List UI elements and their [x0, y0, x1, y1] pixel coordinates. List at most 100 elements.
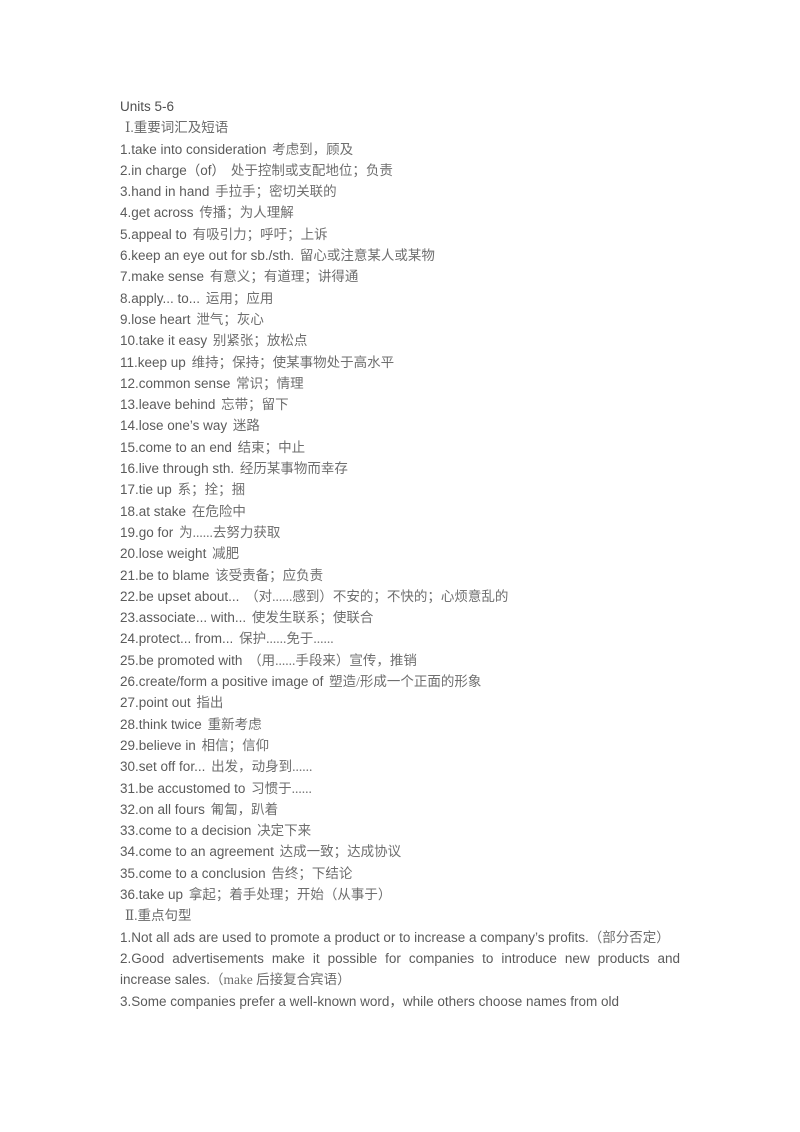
vocab-english: come to a conclusion	[138, 865, 266, 881]
list-item: 33.come to a decision 决定下来	[120, 820, 680, 841]
vocab-english: lose one’s way	[138, 418, 228, 434]
vocab-chinese: 处于控制或支配地位；负责	[230, 162, 393, 178]
sentence-chinese: （部分否定）	[588, 929, 670, 945]
vocab-number: 18.	[120, 503, 139, 519]
list-item: 20.lose weight 减肥	[120, 543, 680, 564]
vocab-english: be promoted with	[138, 652, 243, 668]
sentence-list: 1.Not all ads are used to promote a prod…	[120, 927, 680, 1013]
vocab-english: create/form a positive image of	[138, 674, 324, 690]
vocab-number: 12.	[120, 375, 139, 391]
vocab-english: believe in	[138, 737, 196, 753]
vocab-number: 28.	[120, 716, 139, 732]
vocab-english: come to a decision	[138, 823, 252, 839]
vocab-english: common sense	[138, 375, 231, 391]
vocab-english: be to blame	[138, 567, 210, 583]
vocab-number: 8.	[120, 290, 132, 306]
vocab-number: 9.	[120, 311, 132, 327]
list-item: 18.at stake 在危险中	[120, 501, 680, 522]
vocab-number: 23.	[120, 610, 139, 626]
vocab-number: 29.	[120, 737, 139, 753]
vocab-number: 21.	[120, 567, 139, 583]
list-item: 15.come to an end 结束；中止	[120, 437, 680, 458]
vocab-chinese: 塑造/形成一个正面的形象	[329, 674, 482, 690]
list-item: 6.keep an eye out for sb./sth. 留心或注意某人或某…	[120, 245, 680, 266]
sentence-english: Not all ads are used to promote a produc…	[131, 929, 589, 945]
vocab-chinese: 告终；下结论	[271, 865, 353, 881]
vocab-chinese: 留心或注意某人或某物	[299, 248, 435, 264]
page-title: Units 5-6	[120, 99, 175, 114]
vocab-number: 31.	[120, 780, 139, 796]
vocab-number: 20.	[120, 546, 139, 562]
list-item: 34.come to an agreement 达成一致；达成协议	[120, 841, 680, 862]
list-item: 3.Some companies prefer a well-known wor…	[120, 991, 680, 1012]
vocabulary-list: 1.take into consideration 考虑到，顾及 2.in ch…	[120, 139, 680, 906]
vocab-chinese: 拿起；着手处理；开始（从事于）	[188, 886, 392, 902]
sentence-number: 1.	[120, 929, 132, 945]
list-item: 30.set off for... 出发，动身到......	[120, 756, 680, 777]
list-item: 1.Not all ads are used to promote a prod…	[120, 927, 680, 948]
vocab-english: take it easy	[138, 333, 208, 349]
sentence-number: 3.	[120, 993, 132, 1009]
vocab-number: 6.	[120, 248, 132, 264]
vocab-number: 36.	[120, 886, 139, 902]
vocab-number: 11.	[120, 354, 138, 370]
vocab-english: be upset about...	[138, 588, 240, 604]
vocab-chinese: 指出	[196, 695, 224, 711]
vocab-english: tie up	[138, 482, 172, 498]
vocab-chinese: 维持；保持；使某事物处于高水平	[191, 354, 395, 370]
list-item: 7.make sense 有意义；有道理；讲得通	[120, 266, 680, 287]
section-heading-sentences: Ⅱ.重点句型	[125, 908, 192, 924]
vocab-chinese: 为......去努力获取	[179, 524, 281, 540]
vocab-english: apply... to...	[131, 290, 201, 306]
vocab-chinese: 匍匐，趴着	[210, 801, 279, 817]
vocab-chinese: 泄气；灰心	[196, 311, 264, 327]
vocab-number: 30.	[120, 759, 139, 775]
vocab-english: on all fours	[138, 801, 205, 817]
vocab-number: 13.	[120, 397, 139, 413]
vocab-number: 3.	[120, 184, 132, 200]
vocab-english: in charge（of）	[131, 162, 226, 178]
vocab-number: 33.	[120, 823, 139, 839]
list-item: 35.come to a conclusion 告终；下结论	[120, 863, 680, 884]
vocab-english: set off for...	[138, 759, 206, 775]
list-item: 3.hand in hand 手拉手；密切关联的	[120, 181, 680, 202]
vocab-number: 15.	[120, 439, 139, 455]
list-item: 2.in charge（of） 处于控制或支配地位；负责	[120, 160, 680, 181]
vocab-chinese: 使发生联系；使联合	[251, 610, 374, 626]
vocab-number: 5.	[120, 226, 132, 242]
document-page: Units 5-6 Ⅰ.重要词汇及短语 1.take into consider…	[0, 0, 800, 1132]
vocab-chinese: 手拉手；密切关联的	[215, 184, 337, 200]
vocab-english: at stake	[138, 503, 187, 519]
vocab-chinese: 该受责备；应负责	[215, 567, 324, 583]
vocab-chinese: 重新考虑	[207, 716, 262, 732]
section-heading-vocabulary: Ⅰ.重要词汇及短语	[125, 120, 229, 136]
vocab-chinese: 别紧张；放松点	[212, 333, 308, 349]
vocab-chinese: 常识；情理	[236, 375, 304, 391]
vocab-chinese: 保护......免于......	[239, 631, 334, 647]
vocab-english: protect... from...	[138, 631, 234, 647]
vocab-english: keep an eye out for sb./sth.	[131, 248, 295, 264]
vocab-number: 34.	[120, 844, 139, 860]
vocab-chinese: 考虑到，顾及	[272, 141, 354, 157]
list-item: 12.common sense 常识；情理	[120, 373, 680, 394]
vocab-english: make sense	[131, 269, 205, 285]
sentence-english: Some companies prefer a well-known word，…	[131, 993, 619, 1009]
vocab-english: leave behind	[138, 397, 216, 413]
document-content: Units 5-6 Ⅰ.重要词汇及短语 1.take into consider…	[120, 96, 680, 1012]
vocab-number: 22.	[120, 588, 139, 604]
vocab-english: think twice	[138, 716, 202, 732]
vocab-chinese: 达成一致；达成协议	[279, 844, 402, 860]
vocab-chinese: 忘带；留下	[221, 397, 289, 413]
vocab-chinese: 在危险中	[191, 503, 246, 519]
list-item: 24.protect... from... 保护......免于......	[120, 628, 680, 649]
vocab-number: 35.	[120, 865, 139, 881]
vocab-number: 32.	[120, 801, 139, 817]
vocab-number: 26.	[120, 674, 139, 690]
list-item: 29.believe in 相信；信仰	[120, 735, 680, 756]
list-item: 28.think twice 重新考虑	[120, 714, 680, 735]
vocab-english: be accustomed to	[138, 780, 246, 796]
vocab-chinese: （对......感到）不安的；不快的；心烦意乱的	[245, 588, 509, 604]
vocab-number: 17.	[120, 482, 139, 498]
vocab-chinese: （用......手段来）宣传，推销	[248, 652, 417, 668]
vocab-number: 24.	[120, 631, 139, 647]
